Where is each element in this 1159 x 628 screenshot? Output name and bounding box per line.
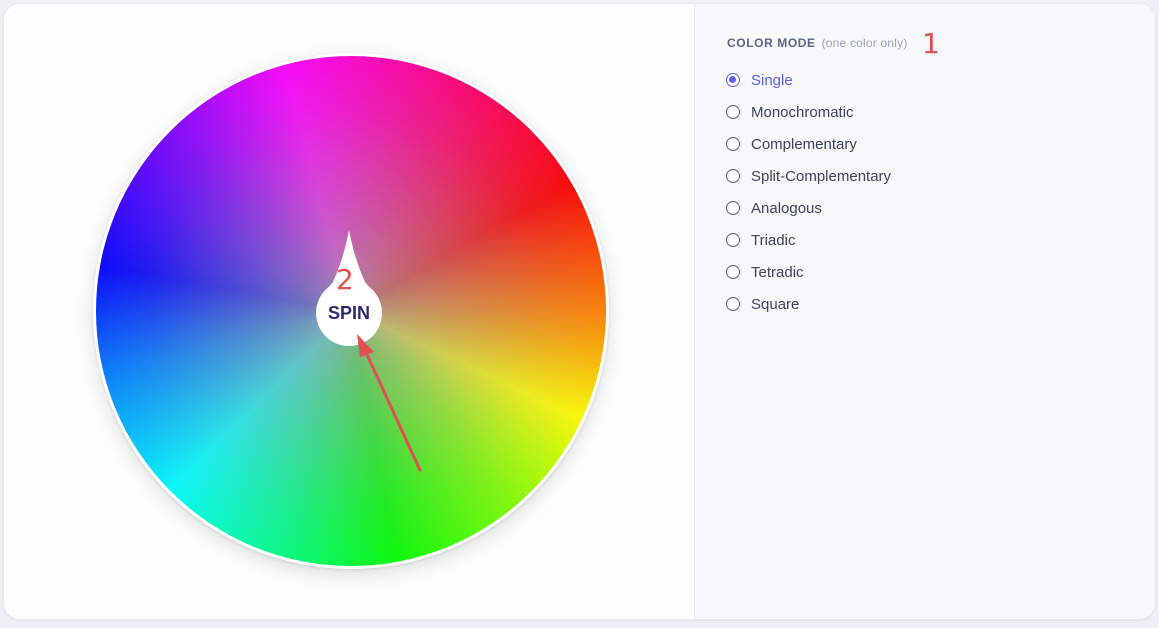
mode-option-label: Square <box>751 295 800 313</box>
mode-option-complementary[interactable]: Complementary <box>726 128 891 160</box>
radio-button-checked[interactable] <box>726 73 740 87</box>
radio-button[interactable] <box>726 169 740 183</box>
radio-button[interactable] <box>726 233 740 247</box>
app-window <box>4 4 1155 619</box>
mode-option-monochromatic[interactable]: Monochromatic <box>726 96 891 128</box>
mode-option-square[interactable]: Square <box>726 288 891 320</box>
mode-option-label: Complementary <box>751 135 857 153</box>
mode-option-triadic[interactable]: Triadic <box>726 224 891 256</box>
mode-option-tetradic[interactable]: Tetradic <box>726 256 891 288</box>
color-mode-title: COLOR MODE <box>727 36 816 50</box>
step-2-annotation: 2 <box>336 263 354 296</box>
radio-button[interactable] <box>726 201 740 215</box>
color-mode-heading: COLOR MODE (one color only) <box>727 36 908 50</box>
mode-option-label: Split-Complementary <box>751 167 892 185</box>
mode-option-label: Analogous <box>751 199 822 217</box>
mode-option-single[interactable]: Single <box>726 64 891 96</box>
mode-option-label: Monochromatic <box>751 103 854 121</box>
mode-option-label: Tetradic <box>751 263 804 281</box>
radio-button[interactable] <box>726 297 740 311</box>
step-1-annotation: 1 <box>922 27 940 60</box>
mode-option-label: Triadic <box>751 231 796 249</box>
radio-button[interactable] <box>726 137 740 151</box>
mode-option-split-complementary[interactable]: Split-Complementary <box>726 160 891 192</box>
color-mode-options: Single Monochromatic Complementary Split… <box>726 64 891 320</box>
radio-button[interactable] <box>726 265 740 279</box>
mode-option-analogous[interactable]: Analogous <box>726 192 891 224</box>
mode-option-label: Single <box>751 71 793 89</box>
radio-button[interactable] <box>726 105 740 119</box>
color-mode-hint: (one color only) <box>821 36 908 50</box>
